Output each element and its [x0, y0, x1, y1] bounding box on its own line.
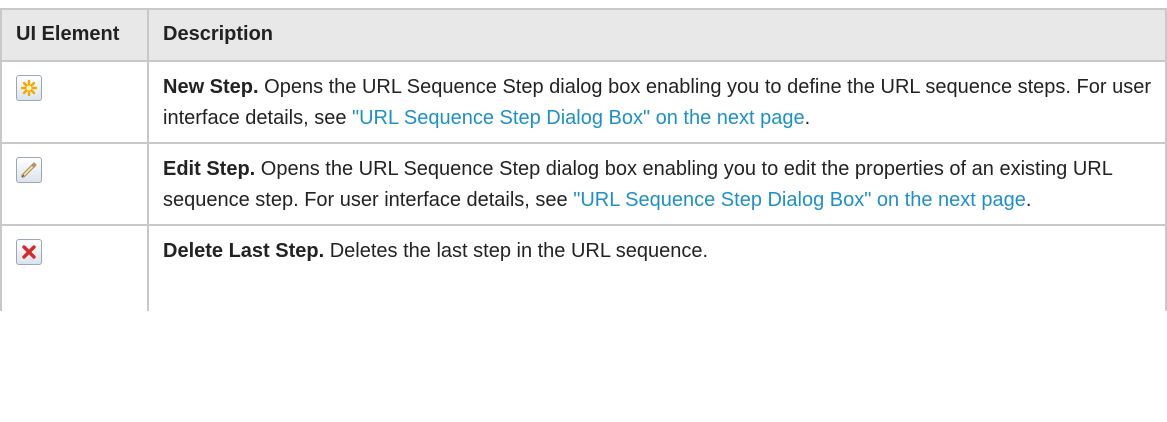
- description-cell: New Step. Opens the URL Sequence Step di…: [147, 60, 1167, 144]
- table-header-row: UI Element Description: [0, 8, 1167, 62]
- description-cell: Edit Step. Opens the URL Sequence Step d…: [147, 142, 1167, 226]
- dialog-box-link[interactable]: "URL Sequence Step Dialog Box" on the ne…: [573, 189, 1026, 211]
- row-after: .: [804, 107, 811, 129]
- row-text: Deletes the last step in the URL sequenc…: [329, 240, 709, 262]
- ui-element-cell: [0, 142, 149, 226]
- new-step-icon[interactable]: [16, 75, 42, 101]
- header-description: Description: [147, 8, 1167, 62]
- ui-element-cell: [0, 60, 149, 144]
- edit-step-icon[interactable]: [16, 157, 42, 183]
- ui-element-cell: [0, 224, 149, 311]
- delete-step-icon[interactable]: [16, 239, 42, 265]
- row-title: Delete Last Step.: [163, 240, 325, 262]
- ui-elements-table: UI Element Description New Step. Opens t…: [0, 8, 1167, 311]
- dialog-box-link[interactable]: "URL Sequence Step Dialog Box" on the ne…: [352, 107, 805, 129]
- description-cell: Delete Last Step. Deletes the last step …: [147, 224, 1167, 311]
- row-title: New Step.: [163, 76, 259, 98]
- table-row: Delete Last Step. Deletes the last step …: [0, 224, 1167, 311]
- header-ui-element: UI Element: [0, 8, 149, 62]
- table-row: Edit Step. Opens the URL Sequence Step d…: [0, 142, 1167, 226]
- table-row: New Step. Opens the URL Sequence Step di…: [0, 60, 1167, 144]
- row-after: .: [1025, 189, 1032, 211]
- row-title: Edit Step.: [163, 158, 256, 180]
